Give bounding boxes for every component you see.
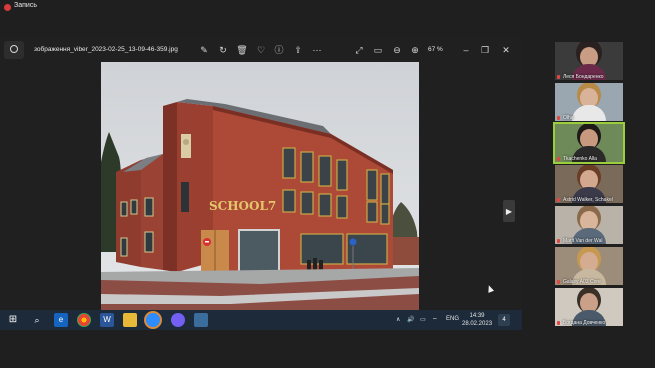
notifications-badge[interactable]: 4	[498, 314, 510, 326]
delete-icon[interactable]: 🗑	[236, 44, 248, 56]
next-image-button[interactable]: ▶	[503, 200, 515, 222]
clock-time: 14:39	[469, 313, 485, 319]
recording-bar: Запись	[0, 0, 655, 16]
search-icon[interactable]: ⌕	[30, 313, 44, 327]
participant-body	[572, 105, 606, 121]
volume-icon[interactable]: 🔊	[407, 316, 414, 323]
participant-tile[interactable]: Astrid Walker, Schakel	[555, 165, 623, 203]
viewer-titlebar: зображення_viber_2023-02-25_13-09-46-359…	[0, 38, 522, 62]
filmstrip-icon[interactable]: ▭	[372, 44, 384, 56]
image-stage: SCHOOL7 ▶	[0, 62, 522, 310]
muted-mic-icon	[557, 157, 560, 161]
zoom-level: 67 %	[428, 46, 443, 53]
participant-tile[interactable]: Galaxy A03 Core	[555, 247, 623, 285]
file-name: зображення_viber_2023-02-25_13-09-46-359…	[34, 46, 178, 53]
info-icon[interactable]: ⓘ	[273, 44, 285, 56]
recording-label: Запись	[14, 2, 37, 9]
participant-name: Olha	[563, 115, 574, 121]
favorite-icon[interactable]: ♡	[255, 44, 267, 56]
rotate-icon[interactable]: ↻	[217, 44, 229, 56]
photos-app-icon[interactable]	[4, 41, 24, 59]
muted-mic-icon	[557, 280, 560, 284]
fullscreen-icon[interactable]: ⤢	[353, 44, 365, 56]
battery-icon[interactable]: ▭	[420, 316, 426, 323]
participant-name: Богдана Довченко	[563, 320, 606, 326]
more-icon[interactable]: ⋯	[311, 44, 323, 56]
participant-name: Astrid Walker, Schakel	[563, 197, 613, 203]
participant-tile[interactable]: Marit Van der Wal	[555, 206, 623, 244]
muted-mic-icon	[557, 198, 560, 202]
participant-name: Galaxy A03 Core	[563, 279, 601, 285]
clock-date: 28.02.2023	[462, 321, 493, 327]
start-menu-icon[interactable]: ⊞	[6, 313, 20, 327]
photo-viewer-window: зображення_viber_2023-02-25_13-09-46-359…	[0, 38, 522, 330]
school-building-photo: SCHOOL7	[101, 62, 419, 310]
close-icon[interactable]: ✕	[500, 44, 512, 56]
muted-mic-icon	[557, 239, 560, 243]
participant-tile[interactable]: Olha	[555, 83, 623, 121]
participant-tile[interactable]: Богдана Довченко	[555, 288, 623, 326]
file-explorer-icon[interactable]	[123, 313, 137, 327]
muted-mic-icon	[557, 116, 560, 120]
participant-name: Marit Van der Wal	[563, 238, 603, 244]
participant-tile[interactable]: Tkachenko Alla	[553, 122, 625, 164]
viber-icon[interactable]	[171, 313, 185, 327]
zoom-in-icon[interactable]: ⊕	[409, 44, 421, 56]
zoom-app-icon[interactable]	[146, 313, 160, 327]
participant-name: Tkachenko Alla	[563, 156, 597, 162]
edge-icon[interactable]: e	[54, 313, 68, 327]
participant-tile[interactable]: Леся Бондаренко	[555, 42, 623, 80]
windows-taskbar: ⊞ ⌕ e W ∧ 🔊 ▭ ⌔ ENG 14:39 28.02.2023 4	[0, 310, 522, 330]
zoom-out-icon[interactable]: ⊖	[391, 44, 403, 56]
word-icon[interactable]: W	[100, 313, 114, 327]
participant-name: Леся Бондаренко	[563, 74, 604, 80]
school-sign-text: SCHOOL7	[209, 199, 276, 213]
network-icon[interactable]: ⌔	[432, 316, 438, 324]
record-icon	[4, 4, 11, 11]
share-icon[interactable]: ⇪	[292, 44, 304, 56]
input-language[interactable]: ENG	[446, 316, 459, 322]
taskbar-clock[interactable]: 14:39 28.02.2023	[462, 312, 492, 328]
minimize-icon[interactable]: –	[460, 44, 472, 56]
muted-mic-icon	[557, 321, 560, 325]
maximize-icon[interactable]: ❐	[479, 44, 491, 56]
muted-mic-icon	[557, 75, 560, 79]
chrome-icon[interactable]	[77, 313, 91, 327]
photos-taskbar-icon[interactable]	[194, 313, 208, 327]
tray-chevron-icon[interactable]: ∧	[396, 316, 400, 323]
edit-icon[interactable]: ✎	[198, 44, 210, 56]
